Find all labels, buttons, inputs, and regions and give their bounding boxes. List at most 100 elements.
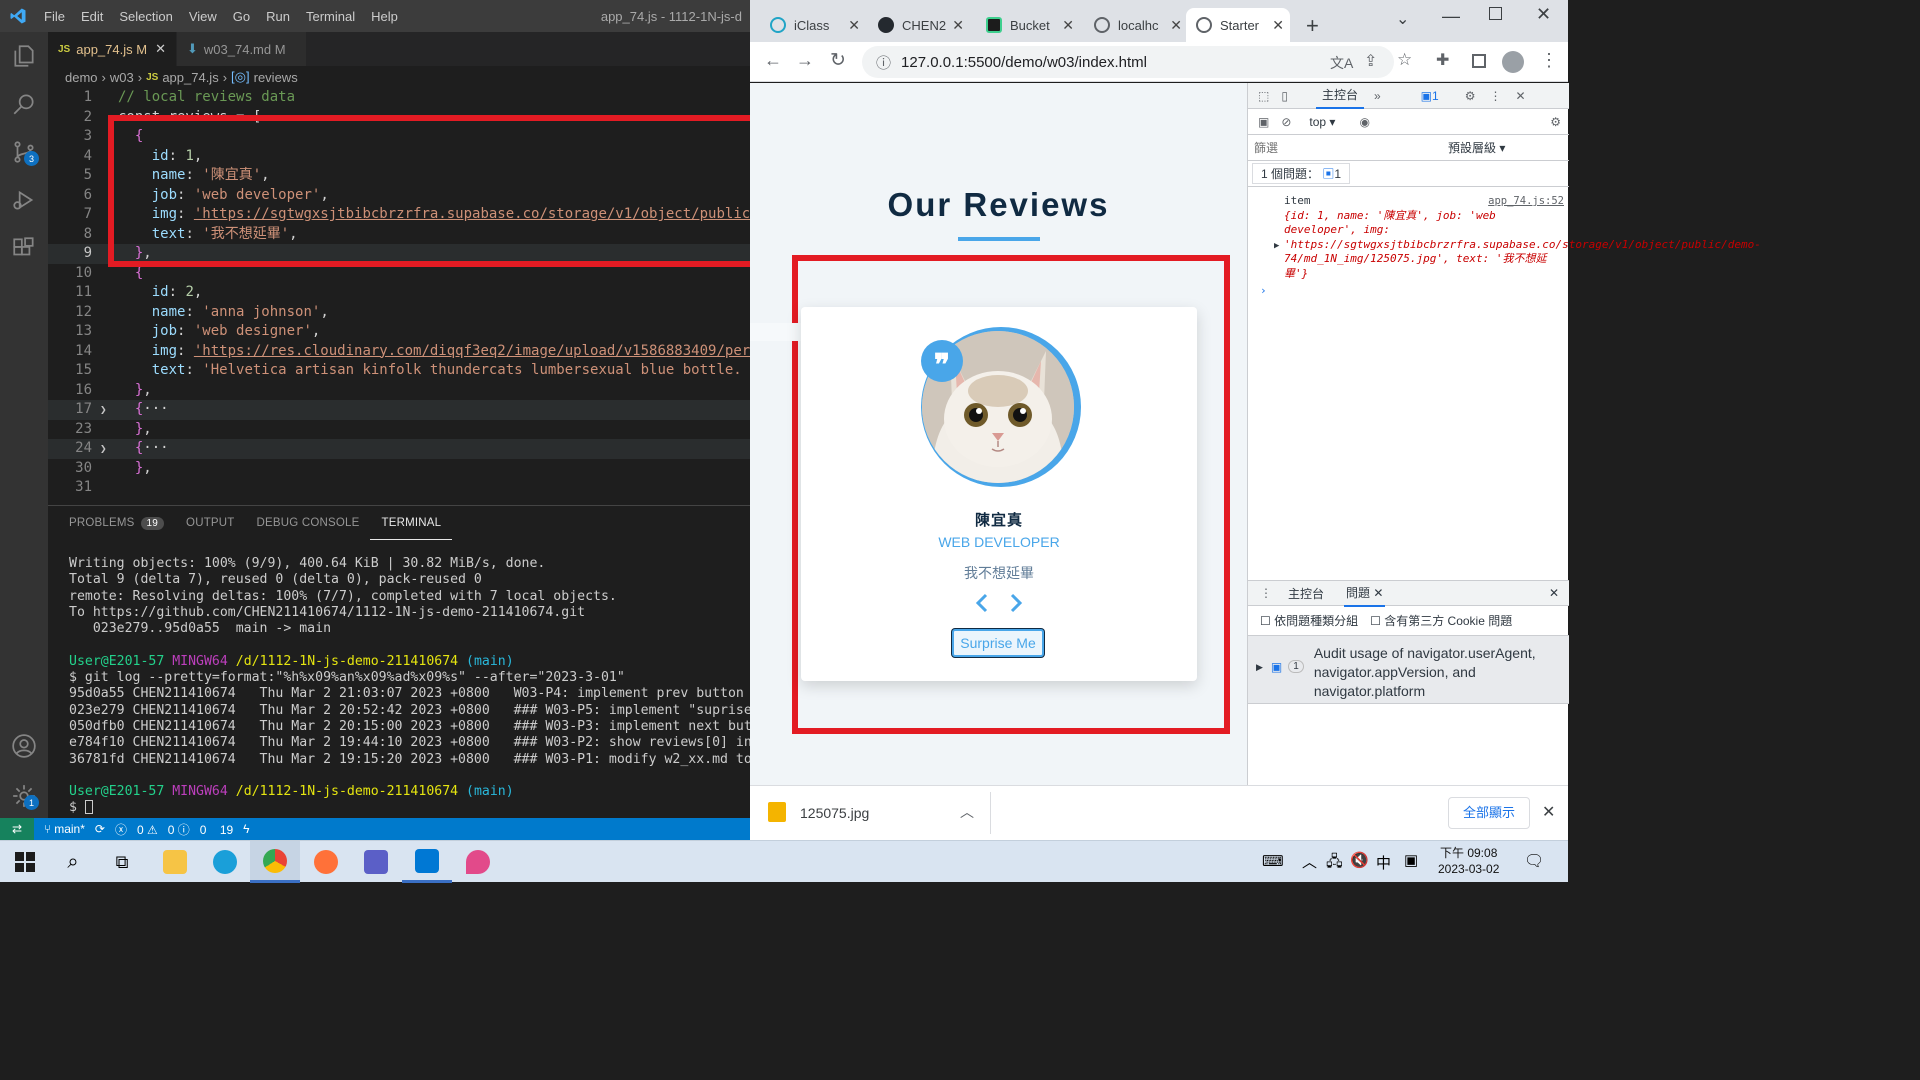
issue-row[interactable]: ▶ ▣ 1 Audit usage of navigator.userAgent… xyxy=(1248,636,1569,704)
edge-icon[interactable] xyxy=(200,841,250,883)
tab-problems[interactable]: PROBLEMS 19 xyxy=(48,506,175,540)
settings-gear-icon[interactable]: ⚙ xyxy=(1465,89,1476,103)
file-explorer-icon[interactable] xyxy=(150,841,200,883)
translate-icon[interactable]: 文A xyxy=(1330,53,1353,73)
group-by-kind-checkbox[interactable]: ☐ 依問題種類分組 xyxy=(1260,612,1358,629)
drawer-tab-console[interactable]: 主控台 xyxy=(1288,585,1324,602)
close-icon[interactable]: ✕ xyxy=(1549,586,1559,600)
reload-icon[interactable]: ↻ xyxy=(830,49,846,72)
menu-edit[interactable]: Edit xyxy=(73,9,111,24)
task-view-icon[interactable]: ⧉ xyxy=(97,841,147,883)
network-icon[interactable]: 🖧 xyxy=(1326,851,1343,876)
tab-output[interactable]: OUTPUT xyxy=(175,506,245,540)
teams-icon[interactable] xyxy=(351,841,401,883)
extensions-puzzle-icon[interactable]: ✚ xyxy=(1436,50,1449,70)
kebab-menu-icon[interactable]: ⋮ xyxy=(1540,50,1558,71)
explorer-icon[interactable] xyxy=(0,32,48,80)
chrome-icon[interactable] xyxy=(250,841,300,883)
menu-view[interactable]: View xyxy=(181,9,225,24)
browser-tab-iclass[interactable]: iClass ✕ xyxy=(760,8,866,42)
sidebar-toggle-icon[interactable]: ▣ xyxy=(1258,115,1269,129)
browser-tab-starter[interactable]: Starter ✕ xyxy=(1186,8,1290,42)
ime-mode-icon[interactable]: ▣ xyxy=(1404,851,1418,869)
next-button[interactable] xyxy=(1008,593,1024,619)
firefox-icon[interactable] xyxy=(301,841,351,883)
issues-badge[interactable]: ▣1 xyxy=(1421,89,1439,103)
console-log-entry[interactable]: item app_74.js:52 ▶ {id: 1, name: '陳宜真', j… xyxy=(1260,194,1761,297)
log-levels-select[interactable]: 預設層級 ▾ xyxy=(1448,139,1505,156)
tab-w03-md[interactable]: ⬇ w03_74.md M xyxy=(177,32,307,66)
ime-indicator[interactable]: 中 xyxy=(1376,852,1391,873)
inspect-icon[interactable]: ⬚ xyxy=(1258,89,1269,103)
menu-selection[interactable]: Selection xyxy=(111,9,180,24)
issues-count-button[interactable]: 1 個問題： ▣1 xyxy=(1252,163,1351,184)
close-icon[interactable]: ✕ xyxy=(1542,802,1555,822)
log-source-link[interactable]: app_74.js:52 xyxy=(1488,194,1564,209)
app-drop-icon[interactable] xyxy=(453,841,503,883)
windows-start-icon[interactable] xyxy=(0,841,50,883)
address-bar[interactable]: ⓘ 127.0.0.1:5500/demo/w03/index.html xyxy=(862,46,1394,78)
terminal-output[interactable]: Writing objects: 100% (9/9), 400.64 KiB … xyxy=(69,556,807,817)
account-icon[interactable] xyxy=(0,722,48,770)
close-icon[interactable]: ✕ xyxy=(1515,89,1525,103)
search-icon[interactable] xyxy=(0,80,48,128)
clock[interactable]: 下午 09:08 2023-03-02 xyxy=(1438,845,1499,877)
tab-debug-console[interactable]: DEBUG CONSOLE xyxy=(246,506,371,540)
minimize-icon[interactable]: — xyxy=(1442,6,1460,27)
lightning-icon[interactable]: ϟ xyxy=(243,822,249,836)
prev-button[interactable] xyxy=(974,593,990,619)
manage-gear-icon[interactable]: 1 xyxy=(0,772,48,820)
kebab-menu-icon[interactable]: ⋮ xyxy=(1260,586,1272,600)
tab-app-js[interactable]: JS app_74.js M ✕ xyxy=(48,32,177,66)
branch-name[interactable]: main* xyxy=(54,822,85,836)
new-tab-plus-icon[interactable]: + xyxy=(1306,13,1319,39)
run-debug-icon[interactable] xyxy=(0,176,48,224)
menu-file[interactable]: File xyxy=(36,9,73,24)
tab-search-chevron-icon[interactable]: ⌄ xyxy=(1396,9,1409,29)
third-party-cookie-checkbox[interactable]: ☐ 含有第三方 Cookie 問題 xyxy=(1370,612,1512,629)
extensions-icon[interactable] xyxy=(0,224,48,272)
menu-help[interactable]: Help xyxy=(363,9,406,24)
console-settings-gear-icon[interactable]: ⚙ xyxy=(1550,115,1561,129)
menu-terminal[interactable]: Terminal xyxy=(298,9,363,24)
sync-icon[interactable]: ⟳ xyxy=(95,822,105,836)
breadcrumb-symbol[interactable]: reviews xyxy=(254,70,298,85)
device-toolbar-icon[interactable]: ▯ xyxy=(1281,89,1288,103)
browser-tab-localhost[interactable]: localhc ✕ xyxy=(1084,8,1188,42)
eye-icon[interactable]: ◉ xyxy=(1359,115,1369,129)
maximize-icon[interactable] xyxy=(1489,7,1502,20)
chevron-up-icon[interactable]: ︿ xyxy=(1302,851,1317,872)
code-line-folded[interactable]: 17 ❯ {··· xyxy=(48,400,750,420)
keyboard-icon[interactable]: ⌨ xyxy=(1262,852,1284,870)
drawer-tab-issues[interactable]: 問題 ✕ xyxy=(1344,580,1386,607)
share-icon[interactable]: ⇪ xyxy=(1364,51,1377,71)
menu-go[interactable]: Go xyxy=(225,9,258,24)
vscode-icon[interactable] xyxy=(402,841,452,883)
browser-tab-bucket[interactable]: Bucket ✕ xyxy=(976,8,1080,42)
download-filename[interactable]: 125075.jpg xyxy=(800,805,869,821)
breadcrumb-demo[interactable]: demo xyxy=(65,70,98,85)
problems-status[interactable]: ⓧ 0 ⚠ 0 ⓘ 0 19 xyxy=(115,821,233,838)
breadcrumb-file[interactable]: app_74.js xyxy=(162,70,218,85)
remote-icon[interactable]: ⇄ xyxy=(0,818,34,840)
back-arrow-icon[interactable]: ← xyxy=(764,50,782,71)
close-icon[interactable]: ✕ xyxy=(155,41,166,57)
forward-arrow-icon[interactable]: → xyxy=(796,50,814,71)
search-icon[interactable]: ⌕ xyxy=(48,841,98,883)
bookmark-star-icon[interactable]: ☆ xyxy=(1397,50,1412,70)
tab-terminal[interactable]: TERMINAL xyxy=(370,506,453,540)
more-tabs-icon[interactable]: » xyxy=(1374,89,1381,103)
speaker-muted-icon[interactable]: 🔇 xyxy=(1350,851,1369,869)
notification-icon[interactable]: 🗨 xyxy=(1524,851,1544,871)
browser-tab-github[interactable]: CHEN2 ✕ xyxy=(868,8,970,42)
window-close-icon[interactable]: ✕ xyxy=(1536,4,1551,25)
chevron-up-icon[interactable]: ︿ xyxy=(960,802,974,822)
breadcrumb-w03[interactable]: w03 xyxy=(110,70,134,85)
source-control-icon[interactable]: 3 xyxy=(0,128,48,176)
surprise-button[interactable]: Surprise Me xyxy=(952,629,1044,657)
code-line-folded[interactable]: 24 ❯ {··· xyxy=(48,439,750,459)
context-select[interactable]: top ▾ xyxy=(1309,115,1335,129)
side-panel-icon[interactable] xyxy=(1472,54,1486,68)
menu-run[interactable]: Run xyxy=(258,9,298,24)
kebab-menu-icon[interactable]: ⋮ xyxy=(1489,89,1501,103)
